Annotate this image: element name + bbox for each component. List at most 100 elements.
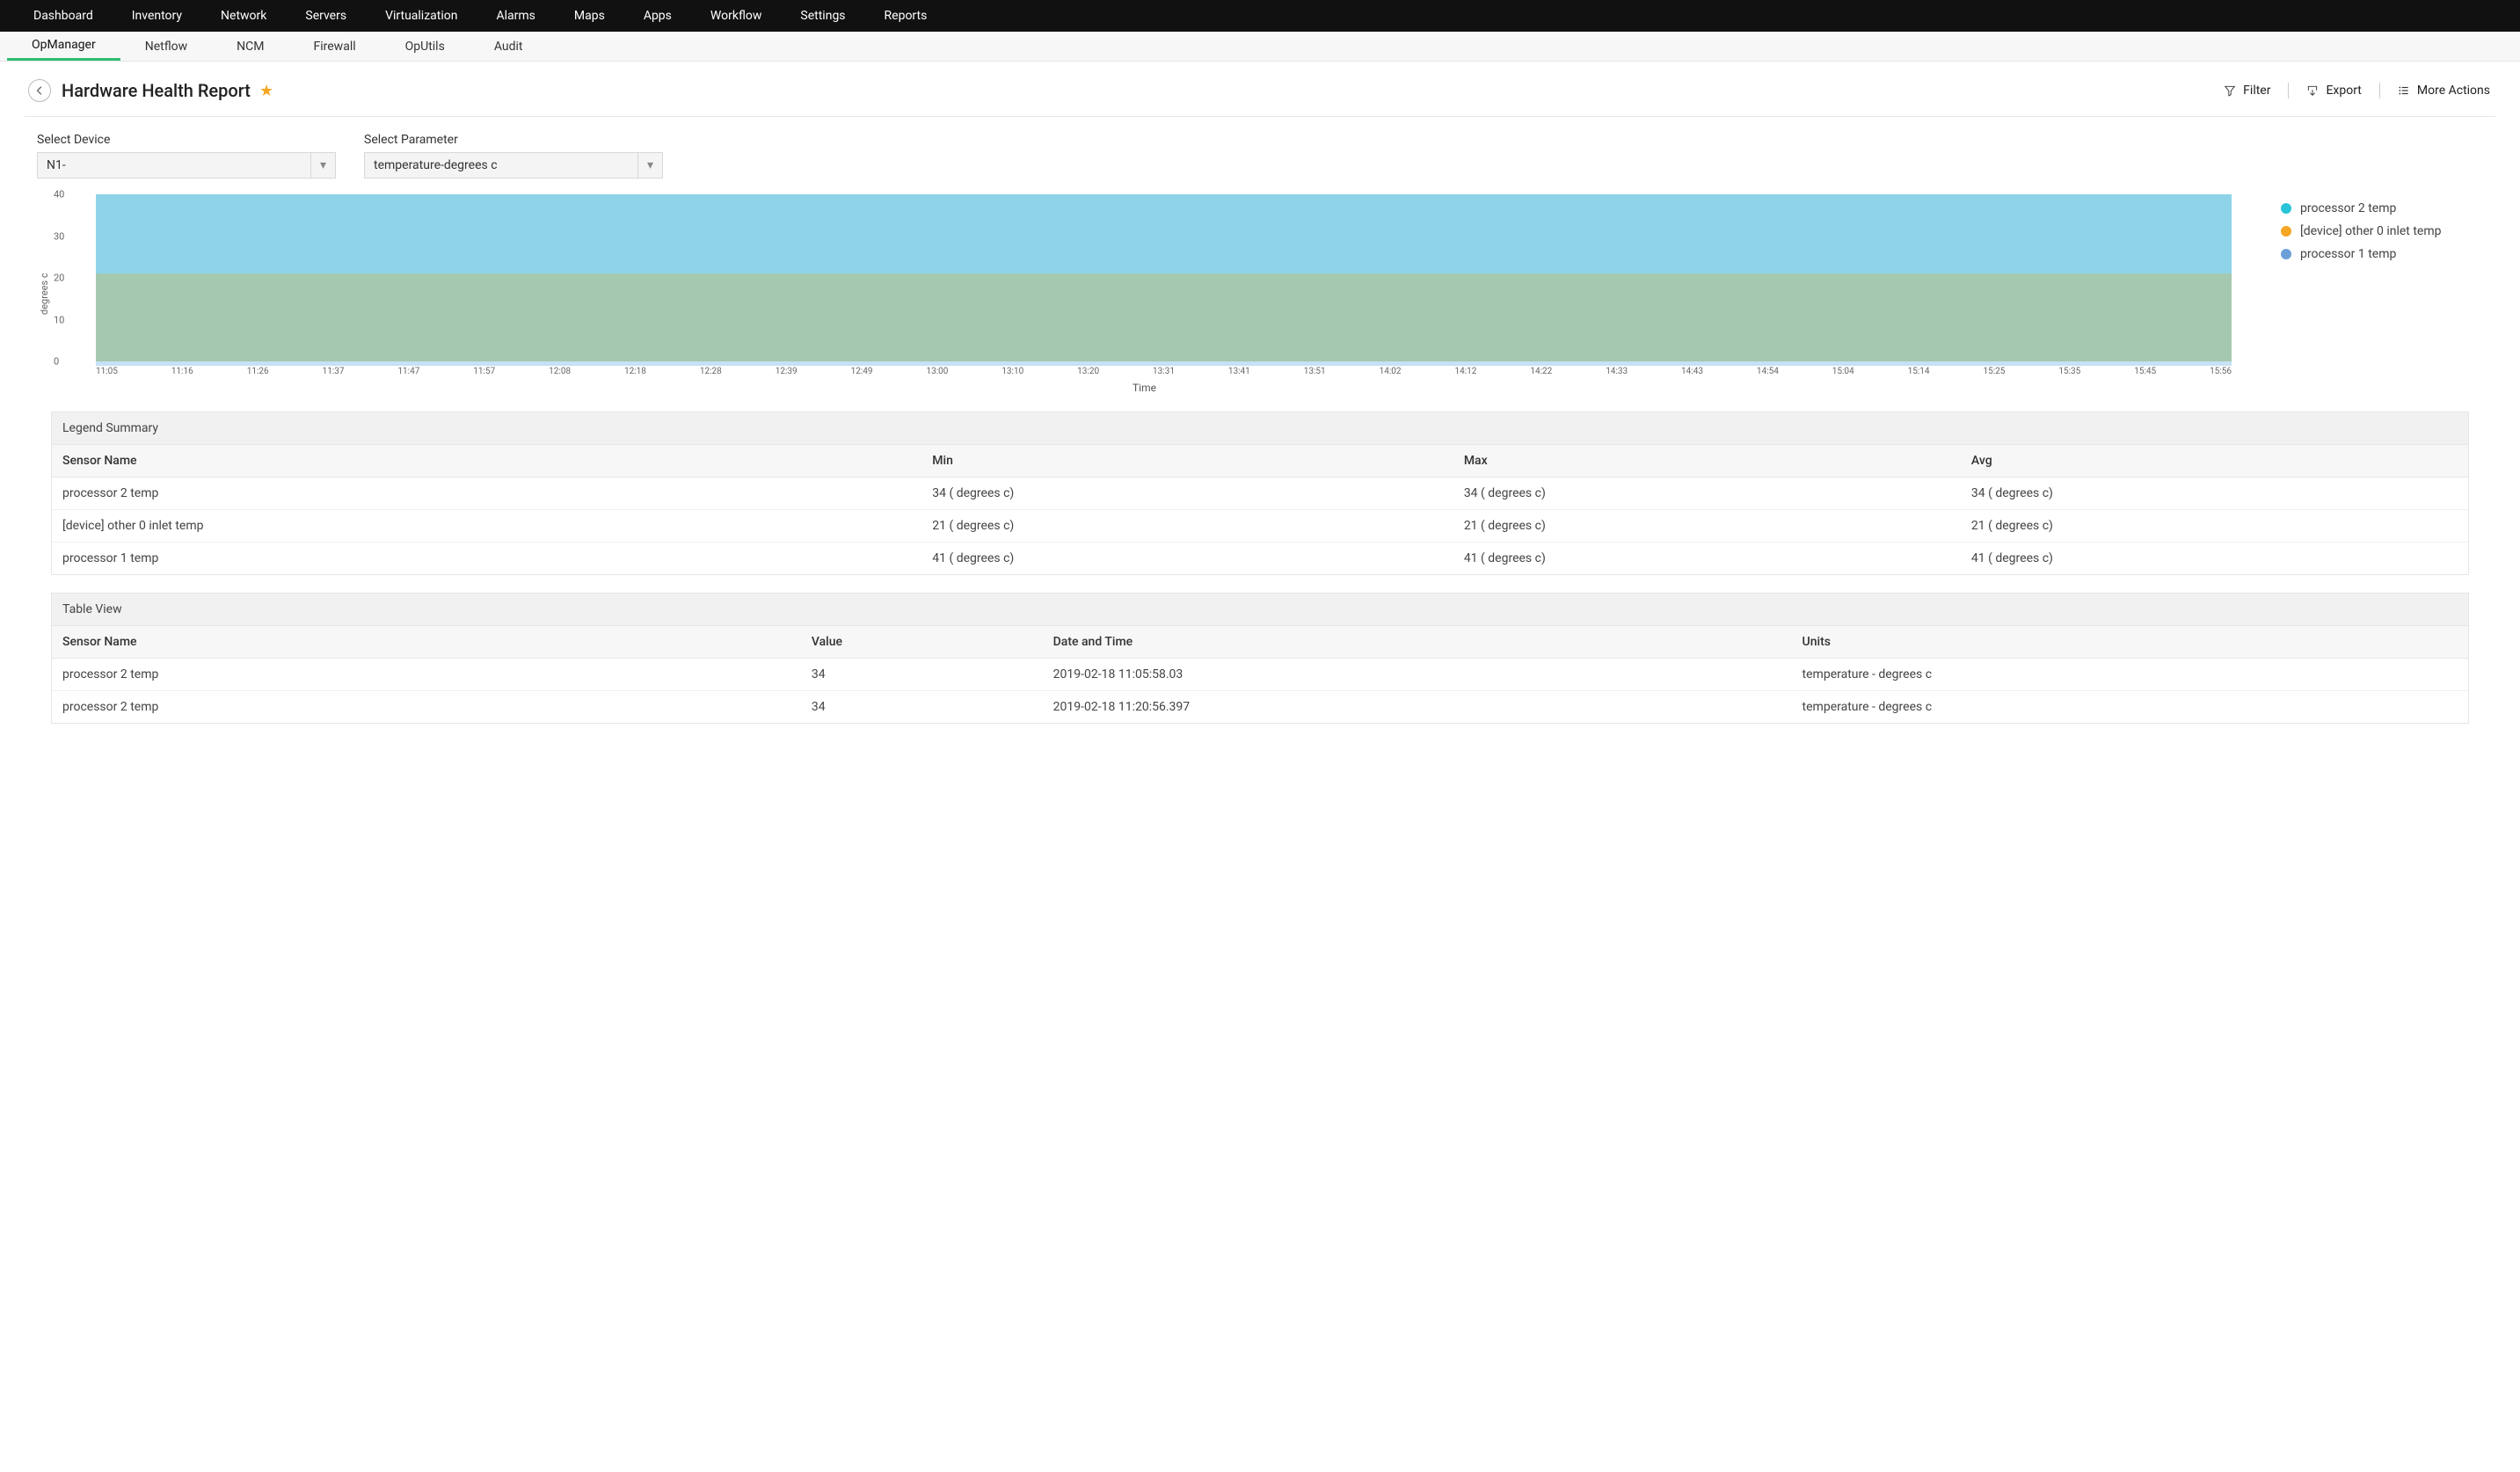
table-cell: 34: [801, 691, 1043, 724]
table-row[interactable]: processor 1 temp41 ( degrees c)41 ( degr…: [52, 543, 2468, 575]
export-label: Export: [2326, 84, 2361, 98]
topnav-item-apps[interactable]: Apps: [624, 0, 691, 32]
column-header[interactable]: Value: [801, 626, 1043, 659]
topnav-item-inventory[interactable]: Inventory: [113, 0, 201, 32]
filter-action[interactable]: Filter: [2222, 80, 2272, 101]
y-axis-label: degrees c: [37, 194, 52, 394]
legend-summary-table: Sensor NameMinMaxAvg processor 2 temp 34 …: [52, 445, 2468, 574]
column-header[interactable]: Min: [921, 445, 1453, 477]
x-tick: 15:25: [1983, 367, 2005, 376]
legend-item[interactable]: processor 1 temp: [2281, 247, 2483, 261]
table-cell: processor 2 temp: [52, 477, 921, 510]
header-actions: Filter Export More Actions: [2222, 80, 2492, 101]
y-tick: 30: [54, 230, 64, 242]
table-cell: [device] other 0 inlet temp: [52, 510, 921, 543]
table-cell: 34 ( degrees c): [1961, 477, 2468, 510]
x-tick: 11:05: [96, 367, 118, 376]
device-dropdown[interactable]: N1- ▾: [37, 152, 336, 179]
table-cell: 41 ( degrees c): [1453, 543, 1961, 575]
x-tick: 14:43: [1681, 367, 1703, 376]
topnav-item-virtualization[interactable]: Virtualization: [366, 0, 477, 32]
device-dropdown-value: N1-: [37, 152, 311, 179]
subnav-item-oputils[interactable]: OpUtils: [381, 32, 470, 61]
x-tick: 13:20: [1077, 367, 1099, 376]
legend-item[interactable]: [device] other 0 inlet temp: [2281, 224, 2483, 238]
x-tick: 11:57: [473, 367, 495, 376]
chart-legend: processor 2 temp [device] other 0 inlet t…: [2237, 194, 2483, 394]
table-row[interactable]: processor 2 temp342019-02-18 11:20:56.39…: [52, 691, 2468, 724]
x-axis-label: Time: [52, 382, 2237, 394]
topnav-item-network[interactable]: Network: [201, 0, 286, 32]
table-cell: 41 ( degrees c): [921, 543, 1453, 575]
x-tick: 12:39: [776, 367, 798, 376]
export-action[interactable]: Export: [2305, 80, 2363, 101]
y-tick: 20: [54, 273, 64, 284]
legend-label: processor 2 temp: [2300, 201, 2396, 215]
legend-item[interactable]: processor 2 temp: [2281, 201, 2483, 215]
topnav-item-alarms[interactable]: Alarms: [477, 0, 554, 32]
column-header[interactable]: Sensor Name: [52, 626, 801, 659]
subnav-item-firewall[interactable]: Firewall: [289, 32, 381, 61]
legend-summary-section: Legend Summary Sensor NameMinMaxAvg proc…: [51, 412, 2469, 575]
subnav-item-netflow[interactable]: Netflow: [120, 32, 212, 61]
y-tick: 10: [54, 314, 64, 325]
table-cell: processor 1 temp: [52, 543, 921, 575]
chart-area: degrees c 010203040 11:0511:1611:2611:37…: [0, 186, 2520, 394]
topnav-item-workflow[interactable]: Workflow: [691, 0, 782, 32]
chevron-down-icon[interactable]: ▾: [311, 152, 336, 179]
topnav-item-maps[interactable]: Maps: [555, 0, 624, 32]
column-header[interactable]: Sensor Name: [52, 445, 921, 477]
table-cell: temperature - degrees c: [1792, 691, 2468, 724]
subnav-item-opmanager[interactable]: OpManager: [7, 32, 120, 61]
topnav-item-servers[interactable]: Servers: [286, 0, 366, 32]
x-tick: 12:49: [851, 367, 873, 376]
parameter-dropdown[interactable]: temperature-degrees c ▾: [364, 152, 663, 179]
x-tick: 13:10: [1001, 367, 1023, 376]
legend-label: [device] other 0 inlet temp: [2300, 224, 2441, 238]
topnav-item-dashboard[interactable]: Dashboard: [14, 0, 113, 32]
table-cell: 21 ( degrees c): [921, 510, 1453, 543]
x-tick: 15:14: [1908, 367, 1930, 376]
table-cell: 2019-02-18 11:05:58.03: [1043, 659, 1792, 691]
y-tick: 0: [54, 356, 59, 368]
x-tick: 15:35: [2058, 367, 2080, 376]
export-icon: [2306, 84, 2319, 97]
x-tick: 15:56: [2210, 367, 2232, 376]
x-tick: 13:51: [1304, 367, 1326, 376]
topnav-item-reports[interactable]: Reports: [865, 0, 947, 32]
subnav-item-audit[interactable]: Audit: [470, 32, 548, 61]
table-row[interactable]: [device] other 0 inlet temp21 ( degrees …: [52, 510, 2468, 543]
more-actions-label: More Actions: [2417, 84, 2490, 98]
x-tick: 14:54: [1757, 367, 1779, 376]
x-tick: 11:47: [397, 367, 419, 376]
column-header[interactable]: Units: [1792, 626, 2468, 659]
page-title: Hardware Health Report: [62, 80, 251, 101]
table-row[interactable]: processor 2 temp 34 ( degrees c)34 ( degr…: [52, 477, 2468, 510]
star-icon[interactable]: ★: [259, 82, 273, 100]
column-header[interactable]: Date and Time: [1043, 626, 1792, 659]
more-actions[interactable]: More Actions: [2396, 80, 2492, 101]
column-header[interactable]: Avg: [1961, 445, 2468, 477]
table-cell: 21 ( degrees c): [1961, 510, 2468, 543]
table-view-title: Table View: [52, 594, 2468, 626]
legend-label: processor 1 temp: [2300, 247, 2396, 261]
plot[interactable]: 010203040: [78, 194, 2237, 361]
back-button[interactable]: [28, 79, 51, 102]
table-view-table: Sensor NameValueDate and TimeUnits proce…: [52, 626, 2468, 723]
table-row[interactable]: processor 2 temp342019-02-18 11:05:58.03…: [52, 659, 2468, 691]
table-cell: 41 ( degrees c): [1961, 543, 2468, 575]
x-axis: 11:0511:1611:2611:3711:4711:5712:0812:18…: [96, 367, 2232, 376]
x-tick: 15:45: [2134, 367, 2156, 376]
divider: [2288, 83, 2289, 98]
parameter-dropdown-value: temperature-degrees c: [364, 152, 638, 179]
x-tick: 11:16: [171, 367, 193, 376]
y-tick: 40: [54, 189, 64, 200]
table-view-section: Table View Sensor NameValueDate and Time…: [51, 593, 2469, 724]
table-cell: 2019-02-18 11:20:56.397: [1043, 691, 1792, 724]
chevron-down-icon[interactable]: ▾: [638, 152, 663, 179]
subnav-item-ncm[interactable]: NCM: [212, 32, 288, 61]
column-header[interactable]: Max: [1453, 445, 1961, 477]
topnav-item-settings[interactable]: Settings: [781, 0, 864, 32]
table-cell: 34 ( degrees c): [1453, 477, 1961, 510]
chart-band: [96, 273, 2232, 361]
